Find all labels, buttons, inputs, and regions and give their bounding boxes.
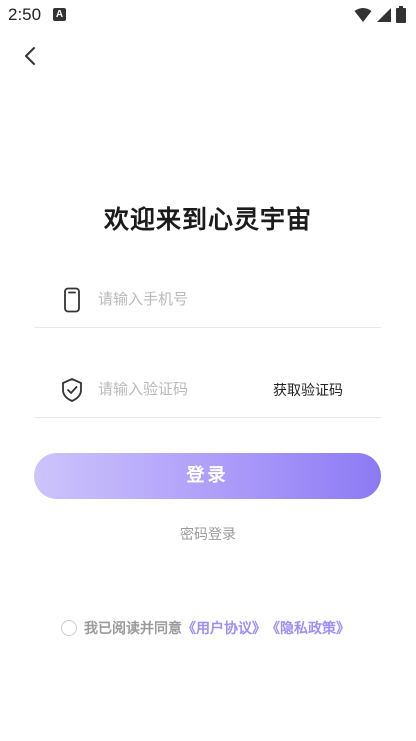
page-title: 欢迎来到心灵宇宙 — [103, 205, 312, 234]
phone-input[interactable] — [98, 285, 268, 313]
user-agreement-link[interactable]: 《用户协议》 — [182, 618, 266, 638]
status-bar: 2:50 A — [0, 0, 416, 30]
chevron-left-icon — [25, 47, 35, 65]
agreement-row: 我已阅读并同意 《用户协议》 《隐私政策》 — [61, 618, 350, 638]
login-button[interactable]: 登录 — [34, 453, 381, 499]
phone-field — [34, 275, 381, 328]
shield-check-icon — [62, 378, 82, 402]
notification-icon: A — [53, 8, 66, 21]
privacy-policy-link[interactable]: 《隐私政策》 — [266, 618, 350, 638]
status-time: 2:50 — [8, 5, 42, 24]
get-code-button[interactable]: 获取验证码 — [273, 380, 343, 400]
phone-icon — [64, 287, 80, 313]
password-login-link[interactable]: 密码登录 — [180, 527, 236, 543]
agreement-checkbox[interactable] — [61, 620, 77, 636]
agreement-text: 我已阅读并同意 — [84, 621, 182, 637]
signal-icon — [377, 7, 391, 22]
code-input[interactable] — [98, 375, 268, 403]
wifi-icon — [354, 7, 372, 22]
back-button[interactable] — [14, 40, 46, 72]
battery-icon — [396, 6, 406, 23]
code-field: 获取验证码 — [34, 365, 381, 418]
status-icons — [354, 6, 406, 23]
password-login-row: 密码登录 — [0, 524, 416, 544]
